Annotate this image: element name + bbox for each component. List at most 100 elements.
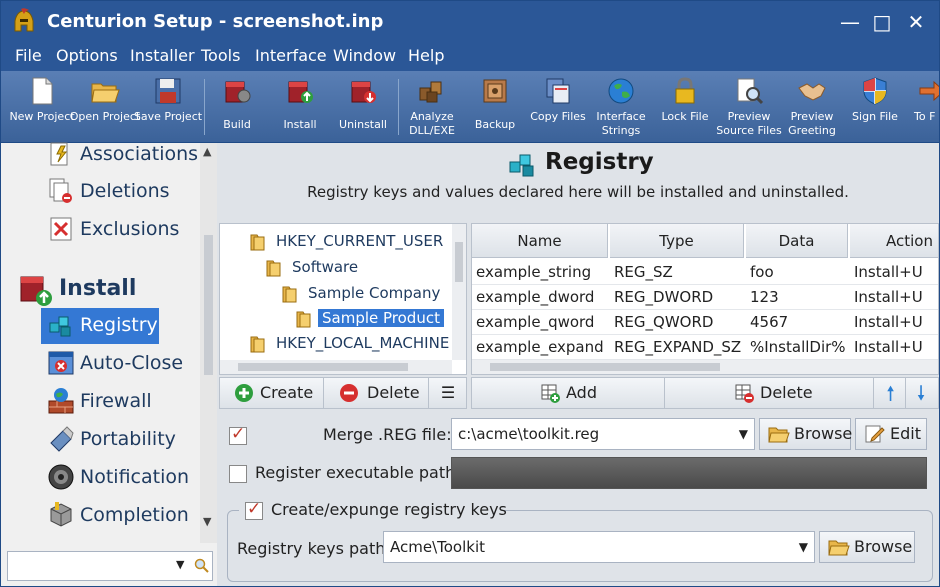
grid-hscrollbar[interactable] bbox=[472, 360, 938, 374]
menu-options[interactable]: Options bbox=[56, 46, 118, 65]
sidebar-item-portability[interactable]: Portability bbox=[41, 422, 221, 458]
scroll-down-icon[interactable]: ▼ bbox=[203, 515, 211, 528]
deletions-icon bbox=[49, 178, 72, 203]
merge-browse-button[interactable]: Browse bbox=[759, 418, 852, 450]
sidebar-item-associations[interactable]: Associations bbox=[41, 137, 221, 173]
add-table-icon bbox=[541, 384, 560, 403]
maximize-button[interactable]: □ bbox=[867, 7, 897, 37]
merge-reg-checkbox[interactable]: ✓ bbox=[229, 424, 247, 445]
sidebar-item-notification[interactable]: Notification bbox=[41, 460, 221, 496]
chevron-down-icon[interactable]: ▼ bbox=[176, 558, 184, 571]
sidebar-item-exclusions[interactable]: Exclusions bbox=[41, 212, 221, 248]
grid-cell[interactable]: REG_EXPAND_SZ bbox=[610, 335, 746, 360]
page-header: Registry bbox=[217, 147, 939, 181]
grid-cell[interactable]: Install+U bbox=[850, 335, 938, 360]
backup-button[interactable]: Backup bbox=[463, 74, 527, 140]
tree-hscrollbar[interactable] bbox=[220, 360, 452, 374]
sidebar-item-deletions[interactable]: Deletions bbox=[41, 174, 221, 210]
close-button[interactable]: ✕ bbox=[901, 7, 931, 37]
auto-close-window-icon bbox=[48, 351, 74, 375]
sign-file-button[interactable]: Sign File bbox=[843, 74, 907, 140]
interface-strings-button[interactable]: Interface Strings bbox=[589, 74, 653, 140]
search-icon[interactable] bbox=[194, 558, 210, 574]
register-exe-checkbox[interactable] bbox=[229, 465, 247, 483]
registry-tree[interactable]: HKEY_CURRENT_USER Software Sample Compan… bbox=[219, 223, 467, 375]
merge-edit-button[interactable]: Edit bbox=[855, 418, 927, 450]
grid-cell[interactable]: Install+U bbox=[850, 285, 938, 310]
shield-icon bbox=[863, 77, 887, 105]
menu-tools[interactable]: Tools bbox=[201, 46, 240, 65]
register-exe-label: Register executable path: bbox=[255, 463, 461, 482]
arrow-up-icon: 🠕 bbox=[886, 381, 895, 405]
sidebar-item-completion[interactable]: Completion bbox=[41, 498, 221, 534]
toolbar: New Project Open Project Save Project Bu… bbox=[1, 71, 939, 143]
to-file-button[interactable]: To F bbox=[906, 74, 939, 140]
analyze-dll-button[interactable]: Analyze DLL/EXE bbox=[400, 74, 464, 140]
register-exe-path-field[interactable] bbox=[451, 457, 927, 489]
menu-file[interactable]: File bbox=[15, 46, 42, 65]
firewall-icon bbox=[48, 388, 74, 414]
install-button[interactable]: Install bbox=[268, 74, 332, 140]
chevron-down-icon[interactable]: ▼ bbox=[799, 532, 808, 562]
uninstall-button[interactable]: Uninstall bbox=[331, 74, 395, 140]
grid-cell[interactable]: example_expand bbox=[472, 335, 610, 360]
sidebar-group-install[interactable]: Install bbox=[19, 271, 209, 311]
expunge-checkbox[interactable]: ✓ bbox=[245, 499, 263, 520]
grid-cell[interactable]: %InstallDir% bbox=[746, 335, 850, 360]
add-value-button[interactable]: Add bbox=[472, 378, 665, 408]
grid-cell[interactable]: Install+U bbox=[850, 260, 938, 285]
groupbox-header: ✓ Create/expunge registry keys bbox=[239, 499, 507, 523]
tree-vscroll-thumb[interactable] bbox=[455, 242, 463, 282]
column-header-name[interactable]: Name bbox=[472, 224, 608, 258]
create-key-button[interactable]: Create bbox=[220, 378, 324, 408]
grid-hscroll-thumb[interactable] bbox=[490, 363, 720, 371]
grid-cell[interactable]: 123 bbox=[746, 285, 850, 310]
column-header-data[interactable]: Data bbox=[746, 224, 848, 258]
preview-source-files-button[interactable]: Preview Source Files bbox=[716, 74, 782, 140]
merge-reg-path-field[interactable]: c:\acme\toolkit.reg ▼ bbox=[451, 418, 755, 450]
sidebar-item-registry[interactable]: Registry bbox=[41, 308, 159, 344]
sidebar-search-input[interactable]: ▼ bbox=[7, 551, 213, 581]
open-project-button[interactable]: Open Project bbox=[70, 74, 140, 140]
grid-cell[interactable]: 4567 bbox=[746, 310, 850, 335]
menu-window[interactable]: Window bbox=[333, 46, 396, 65]
grid-cell[interactable]: REG_QWORD bbox=[610, 310, 746, 335]
menu-installer[interactable]: Installer bbox=[130, 46, 195, 65]
preview-greeting-button[interactable]: Preview Greeting bbox=[780, 74, 844, 140]
grid-cell[interactable]: REG_DWORD bbox=[610, 285, 746, 310]
tree-vscrollbar[interactable] bbox=[452, 224, 466, 360]
sidebar-scrollbar[interactable]: ▲ ▼ bbox=[200, 143, 217, 543]
grid-cell[interactable]: example_dword bbox=[472, 285, 610, 310]
keys-path-browse-button[interactable]: Browse bbox=[819, 531, 915, 563]
grid-cell[interactable]: REG_SZ bbox=[610, 260, 746, 285]
grid-cell[interactable]: foo bbox=[746, 260, 850, 285]
delete-key-button[interactable]: Delete bbox=[325, 378, 429, 408]
title-bar[interactable]: Centurion Setup - screenshot.inp — □ ✕ bbox=[1, 1, 939, 43]
move-up-button[interactable]: 🠕 bbox=[876, 378, 906, 408]
column-header-action[interactable]: Action bbox=[850, 224, 938, 258]
scroll-up-icon[interactable]: ▲ bbox=[203, 145, 211, 158]
keys-path-field[interactable]: Acme\Toolkit ▼ bbox=[383, 531, 815, 563]
chevron-down-icon[interactable]: ▼ bbox=[739, 419, 748, 449]
delete-value-button[interactable]: Delete bbox=[666, 378, 874, 408]
sidebar-item-firewall[interactable]: Firewall bbox=[41, 384, 221, 420]
sidebar-item-auto-close[interactable]: Auto-Close bbox=[41, 346, 221, 382]
menu-help[interactable]: Help bbox=[408, 46, 444, 65]
registry-values-grid[interactable]: Name Type Data Action example_string REG… bbox=[471, 223, 939, 375]
copy-files-button[interactable]: Copy Files bbox=[526, 74, 590, 140]
save-project-button[interactable]: Save Project bbox=[134, 74, 202, 140]
build-button[interactable]: Build bbox=[205, 74, 269, 140]
tree-menu-button[interactable]: ☰ bbox=[430, 378, 466, 408]
lock-file-button[interactable]: Lock File bbox=[653, 74, 717, 140]
minimize-button[interactable]: — bbox=[835, 7, 865, 37]
grid-cell[interactable]: example_qword bbox=[472, 310, 610, 335]
menu-interface[interactable]: Interface bbox=[255, 46, 327, 65]
new-project-button[interactable]: New Project bbox=[9, 74, 75, 140]
tree-hscroll-thumb[interactable] bbox=[238, 363, 408, 371]
analyze-blocks-icon bbox=[419, 81, 442, 103]
column-header-type[interactable]: Type bbox=[610, 224, 744, 258]
grid-cell[interactable]: example_string bbox=[472, 260, 610, 285]
sidebar-scroll-thumb[interactable] bbox=[204, 235, 213, 375]
move-down-button[interactable]: 🠗 bbox=[906, 378, 936, 408]
grid-cell[interactable]: Install+U bbox=[850, 310, 938, 335]
